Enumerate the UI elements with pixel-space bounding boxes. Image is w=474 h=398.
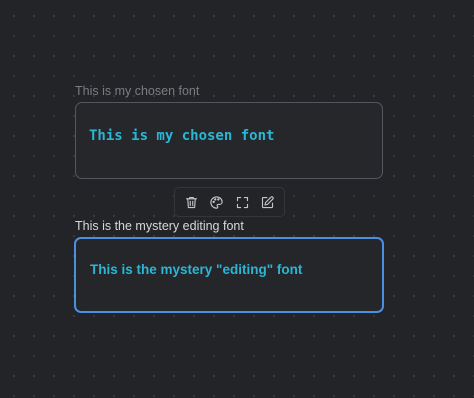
- canvas[interactable]: This is my chosen font This is my chosen…: [0, 0, 474, 398]
- text-node-editing-font[interactable]: This is the mystery "editing" font: [74, 237, 384, 313]
- node-label-editing-font: This is the mystery editing font: [75, 219, 244, 233]
- edit-button[interactable]: [256, 191, 278, 213]
- palette-icon: [210, 195, 224, 209]
- zoom-to-selection-button[interactable]: [231, 191, 253, 213]
- node-toolbar: [174, 187, 285, 217]
- set-color-button[interactable]: [206, 191, 228, 213]
- edit-icon: [261, 195, 274, 208]
- delete-button[interactable]: [181, 191, 203, 213]
- text-node-chosen-font[interactable]: This is my chosen font: [75, 102, 383, 179]
- node-text-chosen-font: This is my chosen font: [89, 128, 275, 144]
- zoom-to-fit-icon: [236, 196, 248, 208]
- node-text-editing-font: This is the mystery "editing" font: [90, 262, 303, 277]
- trash-icon: [186, 196, 198, 208]
- node-label-chosen-font: This is my chosen font: [75, 84, 200, 98]
